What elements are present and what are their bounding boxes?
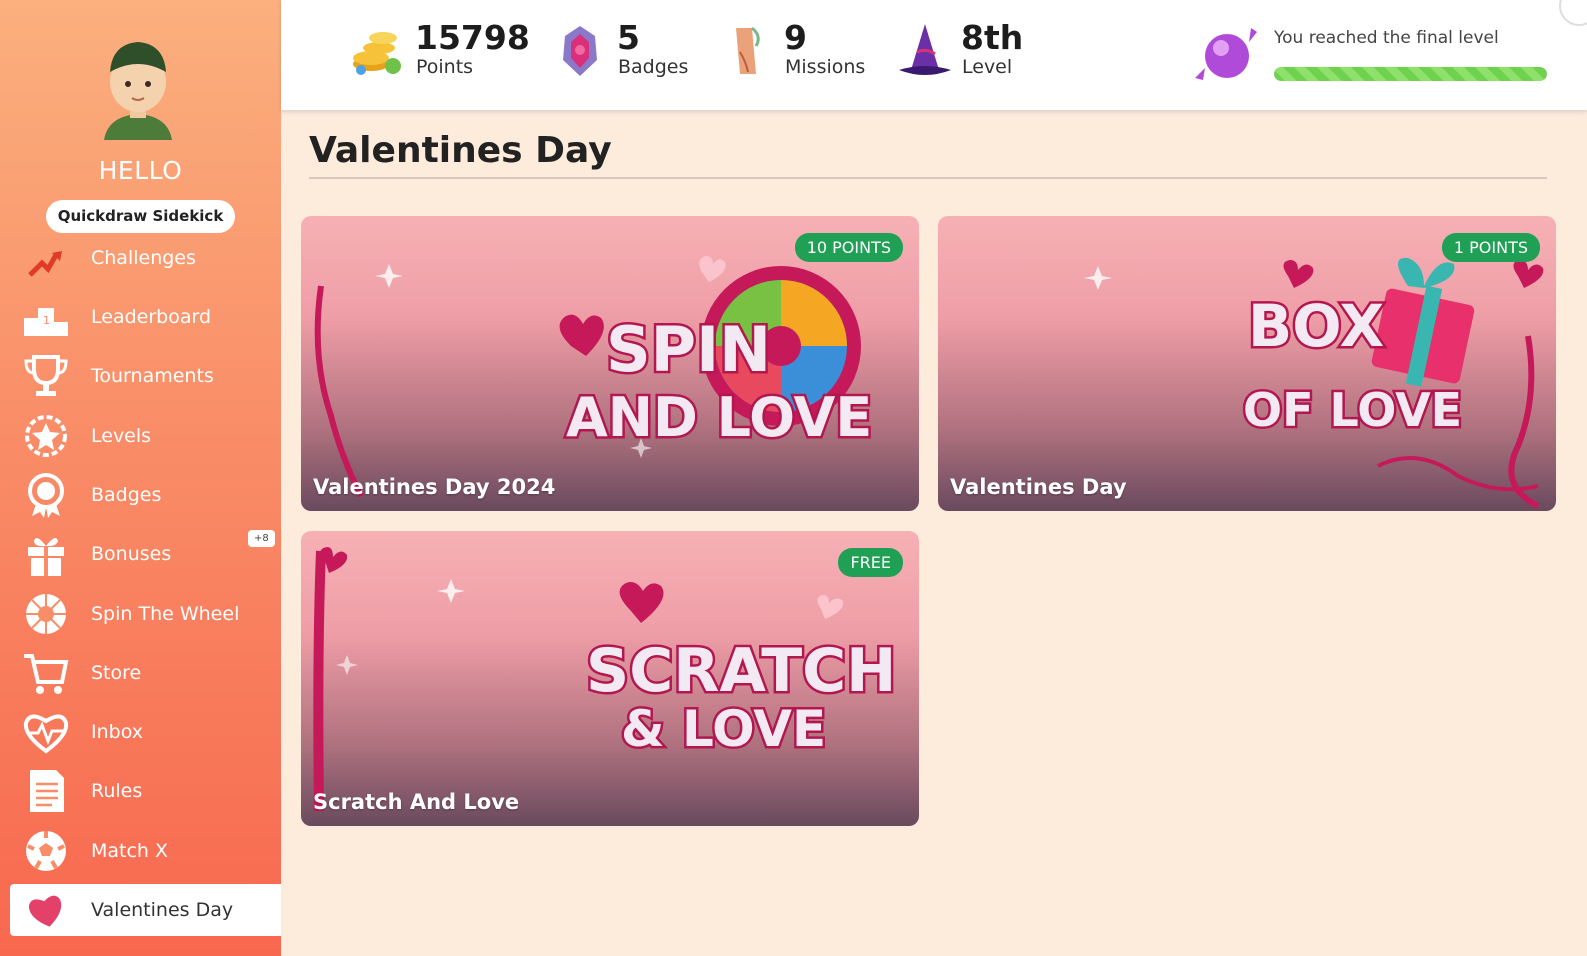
gift-icon bbox=[28, 537, 64, 576]
username-pill[interactable]: Quickdraw Sidekick bbox=[46, 200, 235, 233]
stats-bar: 15798 Points 5 Badges 9 Missions 8th Lev… bbox=[281, 0, 1587, 110]
art-subtitle: OF LOVE bbox=[1243, 383, 1462, 437]
sidebar-item-label: Challenges bbox=[91, 247, 196, 269]
sidebar-item-badges[interactable]: Badges bbox=[10, 469, 281, 521]
scratch-and-love-art: SCRATCH & LOVE bbox=[313, 547, 899, 812]
gem-icon bbox=[563, 26, 597, 76]
art-subtitle: AND LOVE bbox=[566, 386, 872, 449]
sidebar-item-rules[interactable]: Rules bbox=[10, 765, 281, 817]
bonuses-count-badge: +8 bbox=[248, 530, 275, 547]
sidebar-item-label: Inbox bbox=[91, 721, 143, 743]
sidebar-item-spin-the-wheel[interactable]: Spin The Wheel bbox=[10, 588, 281, 640]
sidebar-item-levels[interactable]: Levels bbox=[10, 410, 281, 462]
missions-caption: Missions bbox=[785, 56, 866, 78]
art-title: SPIN bbox=[606, 313, 771, 386]
free-tag: FREE bbox=[838, 548, 903, 577]
soccer-ball-icon bbox=[26, 831, 66, 871]
sidebar-item-match-x[interactable]: Match X bbox=[10, 825, 281, 877]
sidebar-item-store[interactable]: Store bbox=[10, 647, 281, 699]
greeting: HELLO bbox=[98, 156, 183, 185]
card-title: Valentines Day bbox=[950, 475, 1127, 499]
card-title: Valentines Day 2024 bbox=[313, 475, 556, 499]
game-card-valentines-day[interactable]: BOX OF LOVE 1 POINTS Valentines Day bbox=[938, 216, 1556, 511]
sidebar-item-leaderboard[interactable]: 1 Leaderboard bbox=[10, 291, 281, 343]
level-caption: Level bbox=[962, 56, 1013, 78]
wheel-icon bbox=[26, 594, 66, 634]
sidebar-item-inbox[interactable]: Inbox bbox=[10, 706, 281, 758]
document-icon bbox=[30, 770, 64, 812]
level-value: 8th bbox=[961, 18, 1024, 57]
star-icon bbox=[25, 415, 67, 457]
heart-icon bbox=[28, 895, 62, 927]
trophy-icon bbox=[24, 355, 68, 396]
candy-orb-icon bbox=[1195, 28, 1257, 80]
sidebar-item-label: Badges bbox=[91, 484, 162, 506]
heart-pulse-icon bbox=[23, 714, 69, 754]
sidebar-item-label: Spin The Wheel bbox=[91, 603, 240, 625]
game-card-valentines-day-2024[interactable]: SPIN AND LOVE 10 POINTS Valentines Day 2… bbox=[301, 216, 919, 511]
title-divider bbox=[309, 177, 1547, 179]
points-caption: Points bbox=[416, 56, 474, 78]
scroll-icon bbox=[736, 26, 760, 74]
sidebar: HELLO Quickdraw Sidekick Challenges 1 Le… bbox=[0, 0, 281, 956]
art-title: BOX bbox=[1248, 292, 1384, 360]
sidebar-item-tournaments[interactable]: Tournaments bbox=[10, 350, 281, 402]
svg-text:1: 1 bbox=[43, 314, 50, 327]
avatar[interactable] bbox=[100, 38, 176, 140]
sidebar-item-label: Store bbox=[91, 662, 142, 684]
podium-icon: 1 bbox=[24, 308, 68, 336]
cart-icon bbox=[24, 654, 69, 694]
level-progress-bar bbox=[1274, 67, 1547, 81]
game-card-scratch-and-love[interactable]: SCRATCH & LOVE FREE Scratch And Love bbox=[301, 531, 919, 826]
sidebar-item-label: Match X bbox=[91, 840, 169, 862]
points-value: 15798 bbox=[415, 18, 530, 57]
level-progress-fill bbox=[1274, 67, 1547, 81]
sidebar-item-label: Rules bbox=[91, 780, 143, 802]
points-tag: 1 POINTS bbox=[1441, 233, 1540, 262]
card-title: Scratch And Love bbox=[313, 790, 520, 814]
page-title: Valentines Day bbox=[309, 130, 612, 171]
coins-icon bbox=[353, 32, 401, 75]
sidebar-item-label: Valentines Day bbox=[91, 899, 234, 921]
sidebar-item-challenges[interactable]: Challenges bbox=[10, 232, 281, 284]
wizard-hat-icon bbox=[899, 24, 951, 75]
sidebar-item-label: Leaderboard bbox=[91, 306, 212, 328]
sidebar-item-bonuses[interactable]: Bonuses +8 bbox=[10, 528, 281, 580]
art-subtitle: & LOVE bbox=[621, 700, 826, 758]
sidebar-item-label: Levels bbox=[91, 425, 152, 447]
corner-close-button[interactable] bbox=[1559, 0, 1587, 26]
trophy-arrow-icon bbox=[28, 251, 62, 277]
badges-caption: Badges bbox=[618, 56, 689, 78]
badges-value: 5 bbox=[617, 18, 640, 57]
sidebar-item-label: Bonuses bbox=[91, 543, 172, 565]
missions-value: 9 bbox=[784, 18, 807, 57]
points-tag: 10 POINTS bbox=[794, 233, 903, 262]
final-level-text: You reached the final level bbox=[1274, 28, 1499, 48]
badge-icon bbox=[28, 473, 64, 518]
art-title: SCRATCH bbox=[586, 636, 896, 706]
sidebar-item-valentines-day[interactable]: Valentines Day bbox=[10, 884, 281, 936]
sidebar-item-label: Tournaments bbox=[91, 365, 214, 387]
